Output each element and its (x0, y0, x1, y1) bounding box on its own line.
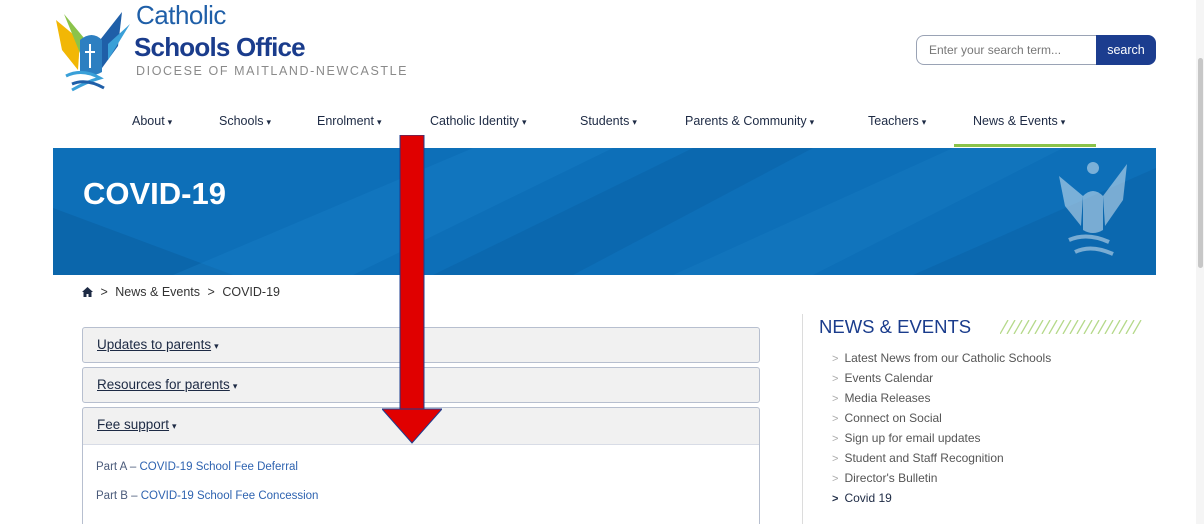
link-text[interactable]: COVID-19 School Fee Deferral (139, 461, 298, 473)
accordion-label: Updates to parents (97, 337, 212, 352)
sidebar-divider (802, 314, 803, 524)
sidebar-item-recognition[interactable]: > Student and Staff Recognition (832, 451, 1004, 465)
nav-label: Teachers (868, 114, 919, 128)
accordion-header[interactable]: Fee support ▾ (97, 417, 177, 432)
sidebar-item-media-releases[interactable]: > Media Releases (832, 391, 930, 405)
chevron-right-icon: > (832, 473, 839, 485)
sidebar-item-label: Connect on Social (844, 411, 942, 425)
sidebar-item-label: Student and Staff Recognition (844, 451, 1004, 465)
breadcrumb-item-news-events[interactable]: News & Events (115, 285, 200, 299)
chevron-down-icon: ▾ (214, 341, 219, 351)
chevron-down-icon: ▾ (809, 117, 815, 127)
chevron-down-icon: ▾ (376, 117, 382, 127)
nav-label: Schools (219, 114, 264, 128)
search-bar: search (916, 35, 1156, 65)
link-prefix: Part B – (96, 490, 141, 502)
breadcrumb-item-covid: COVID-19 (222, 285, 280, 299)
chevron-down-icon: ▾ (632, 117, 637, 127)
link-text[interactable]: COVID-19 School Fee Concession (141, 490, 319, 502)
nav-label: Students (580, 114, 630, 128)
nav-item-schools[interactable]: Schools ▾ (219, 114, 271, 128)
nav-label: Parents & Community (685, 114, 807, 128)
nav-label: News & Events (973, 114, 1058, 128)
hatch-decoration (1000, 320, 1142, 334)
chevron-right-icon: > (832, 373, 839, 385)
accordion-body: Part A – COVID-19 School Fee Deferral Pa… (83, 444, 759, 524)
search-input[interactable] (916, 35, 1098, 65)
home-icon[interactable] (82, 285, 96, 299)
sidebar-item-connect-social[interactable]: > Connect on Social (832, 411, 942, 425)
sidebar-item-label: Sign up for email updates (844, 431, 981, 445)
sidebar-item-directors-bulletin[interactable]: > Director's Bulletin (832, 471, 937, 485)
nav-label: About (132, 114, 165, 128)
banner-emblem-icon (1059, 162, 1127, 256)
link-prefix: Part A – (96, 461, 140, 473)
site-logo[interactable]: Catholic Schools Office DIOCESE OF MAITL… (52, 0, 412, 98)
sidebar-item-email-updates[interactable]: > Sign up for email updates (832, 431, 981, 445)
chevron-down-icon: ▾ (1060, 117, 1066, 127)
scrollbar-thumb[interactable] (1198, 58, 1203, 268)
sidebar-item-label: Director's Bulletin (844, 471, 938, 485)
chevron-down-icon: ▾ (167, 117, 173, 127)
sidebar-item-label: Events Calendar (844, 371, 934, 385)
breadcrumb-separator: > (100, 285, 108, 299)
sidebar-item-label: Latest News from our Catholic Schools (844, 351, 1052, 365)
sidebar-item-label: Covid 19 (844, 491, 892, 505)
nav-item-news-events[interactable]: News & Events ▾ (973, 114, 1065, 128)
accordion-label: Fee support (97, 417, 170, 432)
chevron-right-icon: > (832, 453, 839, 465)
chevron-right-icon: > (832, 433, 839, 445)
chevron-right-icon: > (832, 413, 839, 425)
page-banner: COVID-19 (53, 148, 1156, 275)
fee-link-part-b[interactable]: Part B – COVID-19 School Fee Concession (96, 490, 318, 502)
fee-link-part-a[interactable]: Part A – COVID-19 School Fee Deferral (96, 461, 298, 473)
chevron-down-icon: ▾ (232, 381, 238, 391)
breadcrumb-separator: > (207, 285, 215, 299)
nav-item-about[interactable]: About ▾ (132, 114, 172, 128)
chevron-right-icon: > (832, 353, 839, 365)
nav-item-catholic-identity[interactable]: Catholic Identity ▾ (430, 114, 526, 128)
logo-line-schools-office: Schools Office (134, 32, 306, 62)
nav-active-indicator (954, 144, 1096, 147)
nav-label: Catholic Identity (430, 114, 519, 128)
sidebar-item-label: Media Releases (844, 391, 931, 405)
logo-line-catholic: Catholic (136, 0, 226, 30)
sidebar-title: NEWS & EVENTS (819, 316, 972, 337)
nav-item-parents-community[interactable]: Parents & Community ▾ (685, 114, 814, 128)
chevron-down-icon: ▾ (266, 117, 272, 127)
accordion-header[interactable]: Updates to parents ▾ (97, 337, 219, 352)
nav-item-teachers[interactable]: Teachers ▾ (868, 114, 926, 128)
chevron-down-icon: ▾ (172, 421, 177, 431)
down-arrow-icon (382, 135, 442, 444)
accordion-label: Resources for parents (97, 377, 230, 392)
nav-item-students[interactable]: Students ▾ (580, 114, 637, 128)
logo-emblem-icon (56, 12, 130, 92)
chevron-right-icon: > (832, 393, 839, 405)
sidebar-item-latest-news[interactable]: > Latest News from our Catholic Schools (832, 351, 1051, 365)
main-nav: About ▾ Schools ▾ Enrolment ▾ Catholic Iden… (0, 106, 1204, 147)
search-button[interactable]: search (1096, 35, 1156, 65)
chevron-down-icon: ▾ (521, 117, 527, 127)
page-title: COVID-19 (83, 176, 226, 211)
logo-line-diocese: DIOCESE OF MAITLAND-NEWCASTLE (136, 64, 409, 78)
chevron-right-icon: > (832, 493, 839, 505)
nav-label: Enrolment (317, 114, 374, 128)
sidebar-item-covid-19[interactable]: > Covid 19 (832, 491, 892, 505)
breadcrumb: > News & Events > COVID-19 (82, 285, 284, 299)
chevron-down-icon: ▾ (921, 117, 927, 127)
sidebar-item-events-calendar[interactable]: > Events Calendar (832, 371, 933, 385)
nav-item-enrolment[interactable]: Enrolment ▾ (317, 114, 382, 128)
accordion-header[interactable]: Resources for parents ▾ (97, 377, 237, 392)
